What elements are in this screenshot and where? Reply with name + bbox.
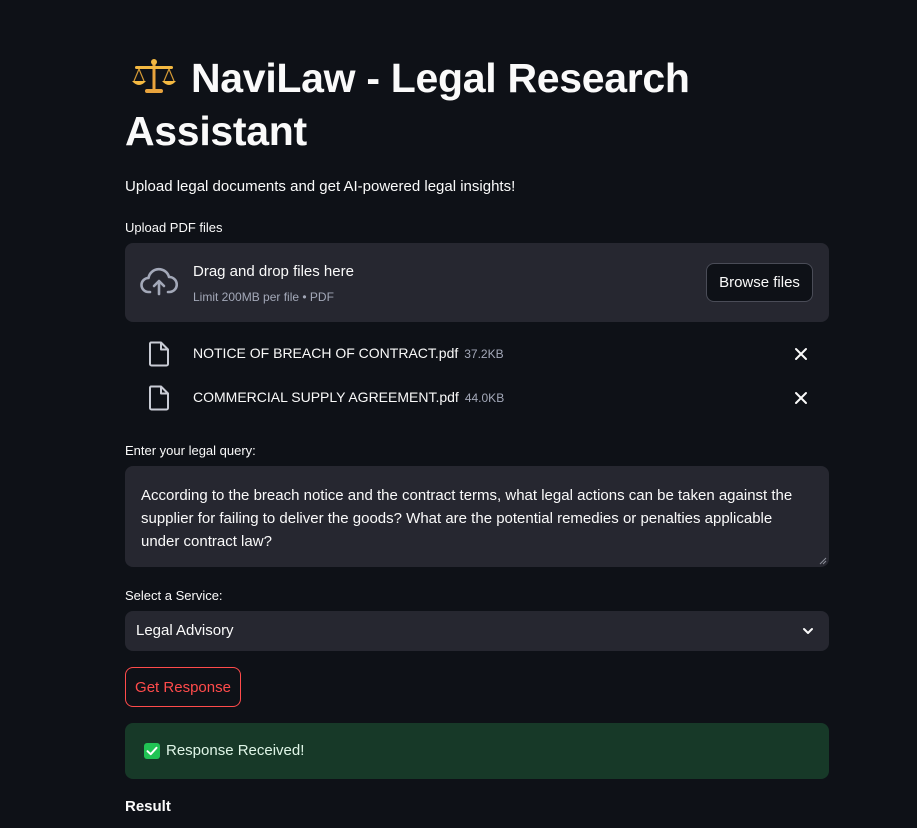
file-name-text: NOTICE OF BREACH OF CONTRACT.pdf (193, 345, 459, 361)
page-subtitle: Upload legal documents and get AI-powere… (125, 178, 516, 195)
service-label: Select a Service: (125, 588, 223, 603)
file-name: COMMERCIAL SUPPLY AGREEMENT.pdf 44.0KB (193, 388, 504, 407)
file-dropzone[interactable]: Drag and drop files here Limit 200MB per… (125, 243, 829, 322)
file-name-text: COMMERCIAL SUPPLY AGREEMENT.pdf (193, 389, 459, 405)
file-size: 44.0KB (464, 391, 505, 405)
resize-handle-icon[interactable] (819, 557, 827, 565)
service-selected-value: Legal Advisory (136, 622, 234, 639)
service-select[interactable]: Legal Advisory (125, 611, 829, 651)
dropzone-limit: Limit 200MB per file • PDF (193, 290, 334, 304)
check-icon (144, 743, 160, 759)
page-title-text: NaviLaw - Legal Research Assistant (125, 55, 690, 154)
chevron-down-icon (803, 628, 813, 634)
success-alert: Response Received! (125, 723, 829, 779)
scales-icon (132, 59, 176, 93)
query-text: According to the breach notice and the c… (141, 487, 793, 550)
page-title: NaviLaw - Legal Research Assistant (125, 52, 829, 158)
uploaded-file-row: COMMERCIAL SUPPLY AGREEMENT.pdf 44.0KB (125, 382, 829, 412)
uploaded-file-row: NOTICE OF BREACH OF CONTRACT.pdf 37.2KB (125, 338, 829, 368)
upload-label: Upload PDF files (125, 220, 223, 235)
legal-query-textarea[interactable]: According to the breach notice and the c… (125, 466, 829, 567)
browse-files-button[interactable]: Browse files (706, 263, 813, 302)
get-response-button[interactable]: Get Response (125, 667, 241, 707)
result-heading: Result (125, 798, 171, 815)
remove-file-close-icon[interactable] (793, 346, 809, 362)
file-size: 37.2KB (464, 347, 504, 361)
file-icon (149, 385, 169, 411)
success-message: Response Received! (166, 742, 305, 759)
dropzone-title: Drag and drop files here (193, 263, 354, 280)
file-icon (149, 341, 169, 367)
cloud-upload-icon (140, 267, 178, 296)
remove-file-close-icon[interactable] (793, 390, 809, 406)
query-label: Enter your legal query: (125, 443, 256, 458)
file-name: NOTICE OF BREACH OF CONTRACT.pdf 37.2KB (193, 344, 504, 363)
